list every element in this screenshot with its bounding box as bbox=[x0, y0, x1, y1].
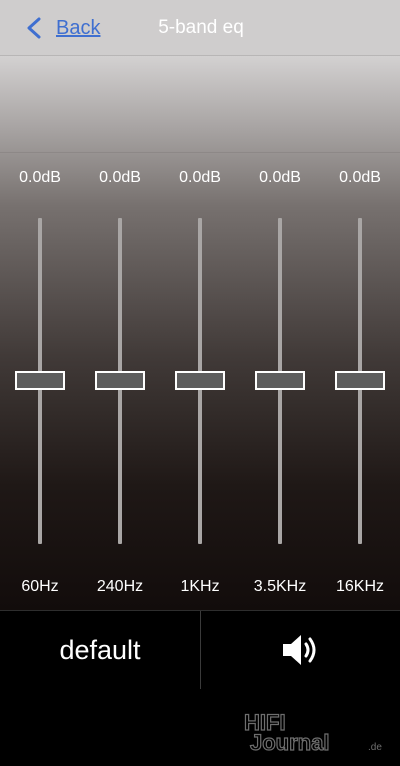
page-title: 5-band eq bbox=[158, 17, 244, 38]
eq-band-16khz: 0.0dB 16KHz bbox=[320, 56, 400, 610]
band-gain-label: 0.0dB bbox=[259, 169, 301, 186]
slider-thumb[interactable] bbox=[255, 371, 305, 390]
eq-band-240hz: 0.0dB 240Hz bbox=[80, 56, 160, 610]
band-gain-label: 0.0dB bbox=[179, 169, 221, 186]
header-bar: Back 5-band eq bbox=[0, 0, 400, 56]
band-gain-label: 0.0dB bbox=[19, 169, 61, 186]
band-frequency-label: 1KHz bbox=[180, 578, 220, 595]
speaker-button[interactable] bbox=[201, 611, 400, 689]
band-frequency-label: 3.5KHz bbox=[253, 578, 307, 595]
slider-thumb[interactable] bbox=[175, 371, 225, 390]
band-frequency-label: 16KHz bbox=[335, 578, 385, 595]
speaker-icon bbox=[282, 635, 315, 665]
slider-thumb[interactable] bbox=[95, 371, 145, 390]
default-button[interactable]: default bbox=[0, 611, 200, 689]
slider-thumb[interactable] bbox=[335, 371, 385, 390]
eq-band-60hz: 0.0dB 60Hz bbox=[0, 56, 80, 610]
logo-suffix: .de bbox=[368, 742, 382, 752]
band-gain-label: 0.0dB bbox=[99, 169, 141, 186]
band-frequency-label: 240Hz bbox=[96, 578, 144, 595]
footer: HIFI Journal .de bbox=[0, 689, 400, 766]
hifi-journal-logo: HIFI Journal .de bbox=[242, 708, 388, 755]
eq-controls: default bbox=[0, 610, 400, 690]
eq-band-1khz: 0.0dB 1KHz bbox=[160, 56, 240, 610]
eq-band-3-5khz: 0.0dB 3.5KHz bbox=[240, 56, 320, 610]
band-frequency-label: 60Hz bbox=[21, 578, 59, 595]
logo-text-bottom: Journal bbox=[250, 730, 329, 752]
slider-thumb[interactable] bbox=[15, 371, 65, 390]
band-gain-label: 0.0dB bbox=[339, 169, 381, 186]
equalizer-panel: 0.0dB 60Hz 0.0dB 240Hz 0.0dB 1KHz 0.0dB … bbox=[0, 56, 400, 610]
